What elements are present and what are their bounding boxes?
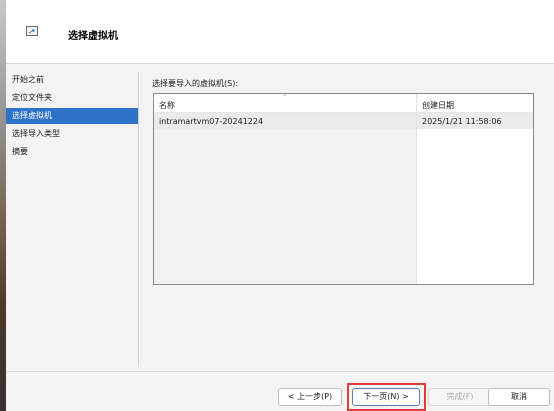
wizard-footer: < 上一步(P) 下一页(N) > 完成(F) 取消 bbox=[6, 371, 554, 411]
wizard-header: 选择虚拟机 bbox=[6, 0, 554, 64]
list-header: 名称 ^ 创建日期 bbox=[154, 94, 533, 113]
next-button[interactable]: 下一页(N) > bbox=[352, 388, 420, 406]
sidebar-item-locate-folder[interactable]: 定位文件夹 bbox=[6, 90, 138, 106]
import-vm-icon bbox=[26, 26, 38, 36]
vm-date-cell: 2025/1/21 11:58:06 bbox=[422, 117, 502, 126]
finish-button[interactable]: 完成(F) bbox=[428, 388, 492, 406]
vm-list[interactable]: 名称 ^ 创建日期 intramartvm07-20241224 2025/1/… bbox=[153, 93, 534, 285]
vm-list-label: 选择要导入的虚拟机(S): bbox=[152, 79, 239, 88]
list-empty-area bbox=[154, 129, 416, 284]
sidebar-item-select-vm[interactable]: 选择虚拟机 bbox=[6, 108, 138, 124]
wizard-body: 开始之前 定位文件夹 选择虚拟机 选择导入类型 摘要 选择要导入的虚拟机(S):… bbox=[6, 64, 554, 371]
column-divider bbox=[416, 94, 417, 284]
sidebar-item-import-type[interactable]: 选择导入类型 bbox=[6, 126, 138, 142]
sidebar-item-before-you-begin[interactable]: 开始之前 bbox=[6, 72, 138, 88]
sidebar-item-summary[interactable]: 摘要 bbox=[6, 144, 138, 160]
column-header-date[interactable]: 创建日期 bbox=[422, 100, 454, 111]
table-row[interactable]: intramartvm07-20241224 2025/1/21 11:58:0… bbox=[154, 113, 533, 129]
previous-button[interactable]: < 上一步(P) bbox=[278, 388, 342, 406]
vm-name-cell: intramartvm07-20241224 bbox=[159, 117, 264, 126]
sort-ascending-icon: ^ bbox=[282, 94, 288, 101]
cancel-button[interactable]: 取消 bbox=[488, 388, 550, 406]
wizard-steps-sidebar: 开始之前 定位文件夹 选择虚拟机 选择导入类型 摘要 bbox=[6, 64, 138, 371]
sidebar-divider bbox=[138, 72, 139, 367]
column-header-name[interactable]: 名称 bbox=[159, 100, 175, 111]
page-title: 选择虚拟机 bbox=[68, 31, 118, 42]
